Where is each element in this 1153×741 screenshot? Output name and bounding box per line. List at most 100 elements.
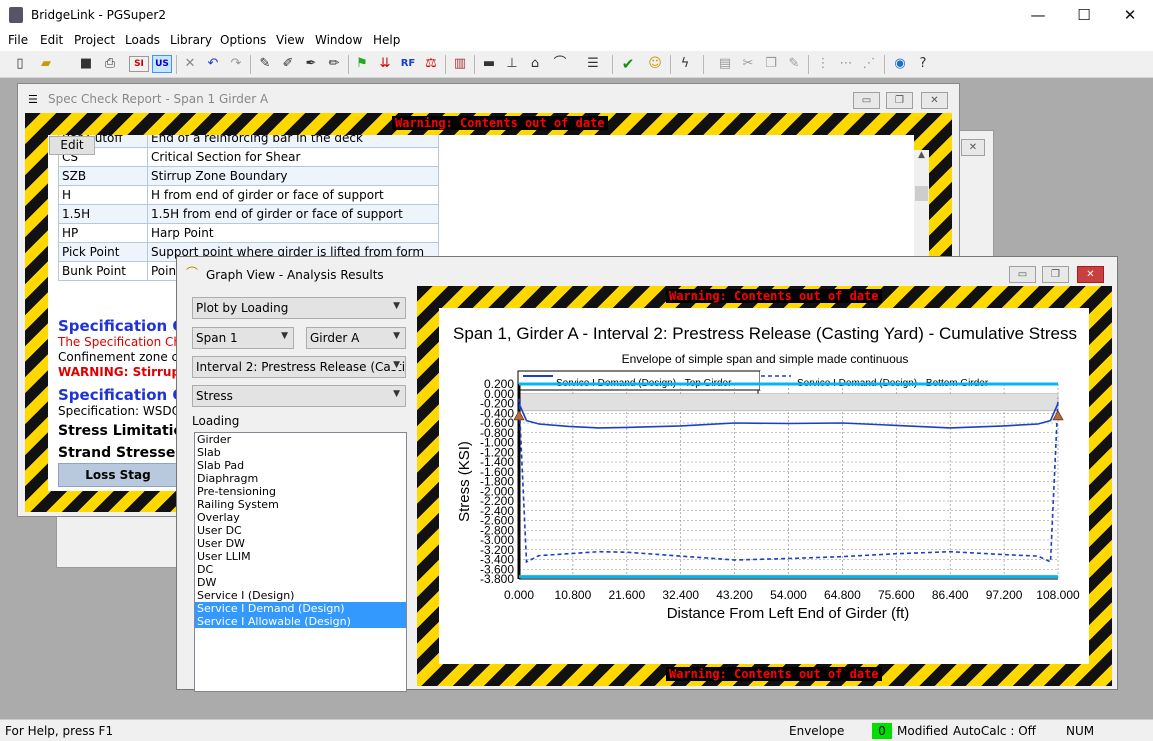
- undo-icon[interactable]: ↶: [203, 54, 223, 74]
- table-cell-description: Harp Point: [147, 223, 439, 243]
- plot-mode-select[interactable]: Plot by Loading ▼: [192, 297, 406, 319]
- girder-view-icon[interactable]: ▬: [479, 54, 499, 74]
- properties-icon[interactable]: ✎: [784, 54, 804, 74]
- loading-list-item[interactable]: User LLIM: [195, 550, 406, 563]
- menu-window[interactable]: Window: [315, 33, 362, 47]
- graph-close-icon[interactable]: ✕: [1077, 266, 1104, 283]
- loading-list-item[interactable]: Railing System: [195, 498, 406, 511]
- lightning-icon[interactable]: ϟ: [675, 54, 695, 74]
- loading-list-item[interactable]: Service I (Design): [195, 589, 406, 602]
- redo-icon[interactable]: ↷: [226, 54, 246, 74]
- print-icon[interactable]: ⎙: [100, 54, 120, 74]
- span-select[interactable]: Span 1 ▼: [192, 327, 294, 349]
- menu-edit[interactable]: Edit: [40, 33, 63, 47]
- status-mode: Envelope: [789, 724, 845, 738]
- edit-button[interactable]: Edit: [49, 136, 95, 155]
- status-bar: For Help, press F1 Envelope 0 Modified A…: [0, 719, 1153, 741]
- graph-window-icon: ⌒: [186, 266, 199, 280]
- graph-warning-banner-top: Warning: Contents out of date: [666, 289, 882, 303]
- background-window-close-icon[interactable]: ✕: [961, 139, 985, 156]
- menu-project[interactable]: Project: [74, 33, 115, 47]
- report-icon[interactable]: ☰: [583, 54, 603, 74]
- loading-list-item[interactable]: DC: [195, 563, 406, 576]
- strand-stresses-heading: Strand Stresses: [58, 445, 184, 461]
- scroll-up-icon[interactable]: ▲: [914, 150, 929, 160]
- x-tick-label: 97.200: [986, 588, 1023, 602]
- paste-icon[interactable]: ▤: [715, 54, 735, 74]
- graph-canvas[interactable]: Span 1, Girder A - Interval 2: Prestress…: [439, 308, 1089, 664]
- load-rating-icon[interactable]: ⚑: [352, 54, 372, 74]
- edit-span-icon[interactable]: ✐: [278, 54, 298, 74]
- minimize-button[interactable]: —: [1015, 0, 1061, 31]
- menu-options[interactable]: Options: [220, 33, 266, 47]
- loading-list[interactable]: Girder Slab Slab Pad Diaphragm Pre-tensionin…: [194, 432, 407, 692]
- save-icon[interactable]: ■: [76, 54, 96, 74]
- girder-select[interactable]: Girder A ▼: [306, 327, 406, 349]
- live-load-icon[interactable]: ⇊: [375, 54, 395, 74]
- check-icon[interactable]: ✔: [618, 54, 638, 74]
- loading-list-item[interactable]: Service I Demand (Design): [195, 602, 406, 615]
- graph-restore-icon[interactable]: ❐: [1042, 266, 1069, 283]
- cut-icon[interactable]: ✕: [180, 54, 200, 74]
- loading-list-item[interactable]: Slab: [195, 446, 406, 459]
- copy-icon[interactable]: ❐: [761, 54, 781, 74]
- interval-select[interactable]: Interval 2: Prestress Release (Casting Y…: [192, 356, 406, 378]
- loading-list-item[interactable]: Diaphragm: [195, 472, 406, 485]
- loading-list-item[interactable]: DW: [195, 576, 406, 589]
- edit-pier-icon[interactable]: ✒: [301, 54, 321, 74]
- table-cell-description: 1.5H from end of girder or face of suppo…: [147, 204, 439, 224]
- globe-icon[interactable]: ◉: [890, 54, 910, 74]
- girder-band: [518, 393, 1059, 412]
- rf-icon[interactable]: RF: [398, 54, 418, 74]
- spec-minimize-icon[interactable]: ▭: [853, 92, 880, 109]
- align-icon[interactable]: ⋮: [813, 54, 833, 74]
- bridge-view-icon[interactable]: ⊥: [502, 54, 522, 74]
- analysis-icon[interactable]: ⚖: [421, 54, 441, 74]
- stress-chart: Span 1, Girder A - Interval 2: Prestress…: [453, 324, 1080, 622]
- si-units-button[interactable]: SI: [129, 56, 149, 72]
- library-icon[interactable]: ▥: [450, 54, 470, 74]
- new-file-icon[interactable]: ▯: [10, 54, 30, 74]
- cut-disabled-icon[interactable]: ✂: [738, 54, 758, 74]
- graph-window-title: Graph View - Analysis Results: [206, 268, 384, 282]
- menu-library[interactable]: Library: [170, 33, 212, 47]
- loading-list-item[interactable]: Slab Pad: [195, 459, 406, 472]
- loading-list-item[interactable]: User DC: [195, 524, 406, 537]
- table-cell-term: H: [58, 185, 148, 205]
- loading-list-item[interactable]: Pre-tensioning: [195, 485, 406, 498]
- loading-list-item[interactable]: User DW: [195, 537, 406, 550]
- spec-heading-1: Specification C: [58, 317, 184, 335]
- menu-help[interactable]: Help: [373, 33, 400, 47]
- loading-list-item[interactable]: Overlay: [195, 511, 406, 524]
- status-autocalc[interactable]: AutoCalc : Off: [953, 724, 1036, 738]
- menu-file[interactable]: File: [8, 33, 28, 47]
- help-icon[interactable]: ?: [913, 54, 933, 74]
- graph-minimize-icon[interactable]: ▭: [1009, 266, 1036, 283]
- x-tick-label: 86.400: [932, 588, 969, 602]
- graph-view-window[interactable]: ⌒ Graph View - Analysis Results ▭ ❐ ✕ Pl…: [176, 256, 1118, 692]
- menu-view[interactable]: View: [276, 33, 304, 47]
- design-icon[interactable]: ☺: [645, 54, 665, 74]
- y-axis-label: Stress (KSI): [456, 441, 473, 522]
- edit-loads-icon[interactable]: ✏: [324, 54, 344, 74]
- action-select[interactable]: Stress ▼: [192, 385, 406, 407]
- x-tick-label: 32.400: [662, 588, 699, 602]
- open-folder-icon[interactable]: ▰: [36, 54, 56, 74]
- edit-girder-icon[interactable]: ✎: [255, 54, 275, 74]
- align-right-icon[interactable]: ⋰: [859, 54, 879, 74]
- loading-list-item[interactable]: Service I Allowable (Design): [195, 615, 406, 628]
- close-button[interactable]: ✕: [1107, 0, 1153, 31]
- us-units-button[interactable]: US: [152, 55, 172, 73]
- menu-loads[interactable]: Loads: [125, 33, 160, 47]
- graph-view-icon[interactable]: ⌒: [550, 54, 570, 74]
- spec-close-icon[interactable]: ✕: [921, 92, 948, 109]
- scroll-thumb[interactable]: [915, 186, 928, 201]
- loading-list-item[interactable]: Girder: [195, 433, 406, 446]
- align-center-icon[interactable]: ⋯: [836, 54, 856, 74]
- maximize-button[interactable]: ☐: [1061, 0, 1107, 31]
- chart-title: Span 1, Girder A - Interval 2: Prestress…: [453, 324, 1077, 343]
- status-modified: Modified: [897, 724, 949, 738]
- bridge-model-icon[interactable]: ⌂: [525, 54, 545, 74]
- plot-mode-value: Plot by Loading: [196, 301, 289, 315]
- spec-restore-icon[interactable]: ❐: [886, 92, 913, 109]
